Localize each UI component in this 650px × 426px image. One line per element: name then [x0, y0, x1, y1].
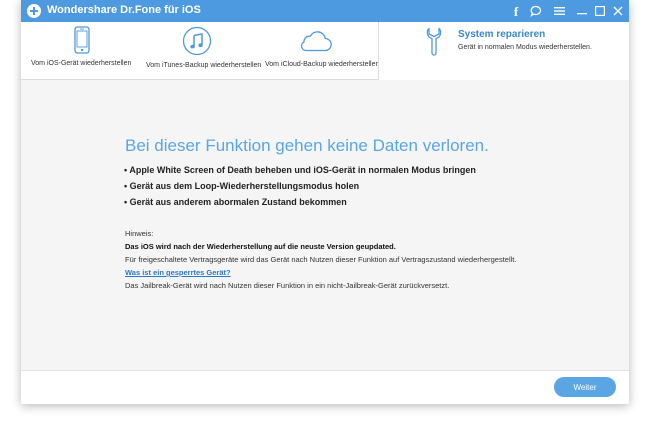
list-item: • Apple White Screen of Death beheben un… — [124, 165, 476, 175]
active-tab-subtitle: Gerät in normalen Modus wiederherstellen… — [458, 44, 592, 51]
notice-heading: Hinweis: — [125, 229, 154, 238]
notice-block: Hinweis: Das iOS wird nach der Wiederher… — [125, 227, 605, 292]
notice-line-jailbreak: Das Jailbreak-Gerät wird nach Nutzen die… — [125, 281, 450, 290]
app-title: Wondershare Dr.Fone für iOS — [47, 4, 201, 16]
tab-itunes-backup[interactable]: Vom iTunes-Backup wiederherstellen — [141, 22, 262, 79]
main-content: Bei dieser Funktion gehen keine Daten ve… — [21, 80, 629, 370]
title-bar: Wondershare Dr.Fone für iOS f — [21, 0, 629, 22]
feature-list: • Apple White Screen of Death beheben un… — [124, 163, 476, 211]
tab-system-repair[interactable]: System reparieren Gerät in normalen Modu… — [378, 22, 629, 80]
notice-bold-line: Das iOS wird nach der Wiederherstellung … — [125, 242, 396, 251]
tab-itunes-backup-label: Vom iTunes-Backup wiederherstellen — [146, 62, 262, 69]
maximize-icon[interactable] — [592, 3, 608, 19]
tab-icloud-backup[interactable]: Vom iCloud-Backup wiederherstellen — [259, 22, 380, 79]
feedback-icon[interactable] — [528, 3, 544, 19]
menu-icon[interactable] — [551, 3, 567, 19]
list-item: • Gerät aus dem Loop-Wiederherstellungsm… — [124, 181, 360, 191]
footer-bar: Weiter — [21, 370, 629, 404]
headline: Bei dieser Funktion gehen keine Daten ve… — [125, 136, 489, 155]
active-tab-title: System reparieren — [458, 29, 546, 40]
recovery-mode-tabs: Vom iOS-Gerät wiederherstellen Vom iTune… — [21, 22, 629, 80]
app-window: Wondershare Dr.Fone für iOS f Vom iOS-Ge… — [21, 0, 629, 404]
wrench-icon — [423, 26, 447, 61]
tab-ios-device-label: Vom iOS-Gerät wiederherstellen — [31, 60, 132, 67]
cloud-icon — [298, 30, 332, 57]
locked-device-link[interactable]: Was ist ein gesperrtes Gerät? — [125, 268, 231, 277]
close-icon[interactable] — [610, 3, 626, 19]
notice-line-contract: Für freigeschaltete Vertragsgeräte wird … — [125, 255, 517, 264]
next-button[interactable]: Weiter — [554, 377, 616, 397]
tab-icloud-backup-label: Vom iCloud-Backup wiederherstellen — [265, 61, 380, 68]
facebook-icon[interactable]: f — [508, 3, 524, 19]
itunes-music-icon — [182, 26, 212, 61]
tab-ios-device[interactable]: Vom iOS-Gerät wiederherstellen — [21, 22, 141, 79]
phone-icon — [74, 26, 90, 59]
list-item: • Gerät aus anderem abormalen Zustand be… — [124, 197, 347, 207]
minimize-icon[interactable] — [574, 3, 590, 19]
app-logo-icon — [27, 4, 41, 18]
